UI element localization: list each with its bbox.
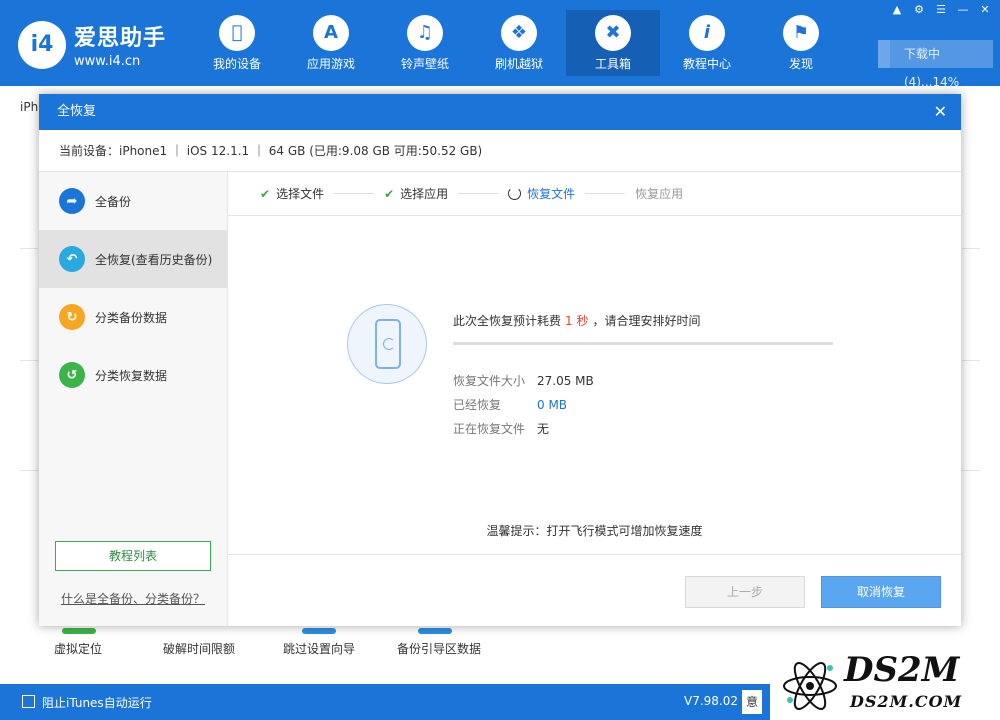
tool-skip-setup[interactable]: 跳过设置向导 (283, 640, 355, 657)
nav-label: 发现 (788, 56, 813, 71)
step-select-apps: ✔ 选择应用 (384, 186, 449, 202)
dialog-main: ✔ 选择文件 ✔ 选择应用 恢复文件 恢复应用 此次全恢复预计耗费 1 秒 ，请… (228, 172, 961, 626)
apple-icon:  (219, 14, 255, 51)
top-bar: i4 爱思助手 www.i4.cn  我的设备 A 应用游戏 ♫ 铃声壁纸 ❖… (0, 0, 1000, 89)
nav-label: 铃声壁纸 (400, 56, 449, 71)
tutorial-list-button[interactable]: 教程列表 (55, 541, 211, 571)
divider (962, 470, 980, 471)
window-controls: ▲ ⚙ ☰ — ✕ (888, 2, 994, 18)
device-info: 当前设备：iPhone1 ｜ iOS 12.1.1 ｜ 64 GB (已用:9.… (39, 130, 961, 172)
tool-backup-boot[interactable]: 备份引导区数据 (397, 640, 481, 657)
atom-logo-icon (783, 662, 837, 710)
divider (20, 248, 38, 249)
music-icon: ♫ (407, 14, 443, 51)
restore-tip: 温馨提示：打开飞行模式可增加恢复速度 (486, 524, 703, 538)
main-nav:  我的设备 A 应用游戏 ♫ 铃声壁纸 ❖ 刷机越狱 ✖ 工具箱 i 教程中心… (190, 10, 848, 76)
skin-icon[interactable]: ▲ (888, 2, 906, 18)
loading-spinner-icon (508, 187, 522, 200)
step-restore-files: 恢复文件 (508, 185, 575, 202)
step-connector (585, 193, 626, 194)
sidebar-item-category-backup[interactable]: ↻ 分类备份数据 (39, 288, 227, 346)
dialog-title-bar: 全恢复 ✕ (39, 94, 961, 130)
dialog-title: 全恢复 (57, 104, 97, 119)
nav-label: 应用游戏 (306, 56, 355, 71)
step-connector (458, 193, 499, 194)
tool-virtual-location[interactable]: 虚拟定位 (54, 640, 102, 657)
version-label: V7.98.02 (684, 694, 739, 708)
estimate-text: 此次全恢复预计耗费 1 秒，请合理安排好时间 (453, 314, 701, 328)
step-connector (334, 193, 375, 194)
category-restore-icon: ↺ (59, 362, 85, 388)
sidebar-item-label: 全备份 (95, 194, 132, 209)
watermark-url: DS2M.COM (850, 692, 963, 711)
info-row-size: 恢复文件大小 27.05 MB (453, 374, 594, 388)
sidebar-item-full-backup[interactable]: ➦ 全备份 (39, 172, 227, 230)
divider (20, 470, 38, 471)
menu-icon[interactable]: ☰ (932, 2, 950, 18)
cancel-restore-button[interactable]: 取消恢复 (821, 576, 941, 608)
nav-tutorials[interactable]: i 教程中心 (660, 10, 754, 76)
nav-label: 我的设备 (212, 56, 261, 71)
app-store-icon: A (313, 14, 349, 51)
sidebar-item-label: 分类恢复数据 (95, 368, 168, 383)
divider (20, 360, 38, 361)
step-indicator: ✔ 选择文件 ✔ 选择应用 恢复文件 恢复应用 (228, 172, 961, 216)
itunes-checkbox[interactable] (22, 695, 35, 708)
background-device-tab[interactable]: iPh (20, 100, 38, 114)
tools-icon: ✖ (595, 14, 631, 51)
nav-ringtones-wallpapers[interactable]: ♫ 铃声壁纸 (378, 10, 472, 76)
logo-url: www.i4.cn (74, 54, 141, 69)
nav-my-device[interactable]:  我的设备 (190, 10, 284, 76)
restore-progress-bar (453, 342, 833, 345)
backup-icon: ➦ (59, 188, 85, 214)
sidebar-item-label: 全恢复(查看历史备份) (95, 252, 213, 267)
settings-icon[interactable]: ⚙ (910, 2, 928, 18)
sidebar-item-label: 分类备份数据 (95, 310, 168, 325)
tool-icon-bootloader (418, 628, 452, 634)
dialog-sidebar: ➦ 全备份 ↶ 全恢复(查看历史备份) ↻ 分类备份数据 ↺ 分类恢复数据 教程… (39, 172, 228, 626)
nav-apps-games[interactable]: A 应用游戏 (284, 10, 378, 76)
tool-break-time-limit[interactable]: 破解时间限额 (163, 640, 235, 657)
watermark-title: DS2M (844, 650, 960, 690)
itunes-label: 阻止iTunes自动运行 (42, 696, 152, 710)
download-status[interactable]: 下载中(4)...14% (878, 40, 993, 89)
minimize-icon[interactable]: — (954, 2, 972, 18)
nav-label: 工具箱 (594, 56, 631, 71)
nav-flash-jailbreak[interactable]: ❖ 刷机越狱 (472, 10, 566, 76)
step-restore-apps: 恢复应用 (635, 187, 684, 201)
watermark: DS2M DS2M.COM (770, 650, 1000, 720)
info-row-current-file: 正在恢复文件无 (453, 422, 550, 436)
nav-discover[interactable]: ⚑ 发现 (754, 10, 848, 76)
check-icon: ✔ (260, 186, 271, 201)
app-logo: i4 爱思助手 www.i4.cn (18, 20, 166, 69)
dialog-footer: 上一步 取消恢复 (228, 554, 961, 626)
tool-icon-location (62, 628, 96, 634)
previous-button[interactable]: 上一步 (685, 576, 805, 608)
nav-label: 刷机越狱 (494, 56, 543, 71)
dialog-close-icon[interactable]: ✕ (934, 94, 947, 130)
step-select-files: ✔ 选择文件 (260, 186, 325, 202)
sidebar-item-full-restore[interactable]: ↶ 全恢复(查看历史备份) (39, 230, 227, 288)
feedback-button[interactable]: 意 (742, 690, 762, 714)
info-row-restored: 已经恢复 0 MB (453, 398, 568, 412)
backup-faq-link[interactable]: 什么是全备份、分类备份？ (61, 590, 205, 607)
divider (962, 248, 980, 249)
category-backup-icon: ↻ (59, 304, 85, 330)
nav-toolbox[interactable]: ✖ 工具箱 (566, 10, 660, 76)
estimate-seconds: 1 秒 (565, 314, 589, 328)
restore-icon: ↶ (59, 246, 85, 272)
nav-label: 教程中心 (682, 56, 731, 71)
dropbox-icon: ❖ (501, 14, 537, 51)
flag-icon: ⚑ (783, 14, 819, 51)
phone-restore-icon (347, 304, 427, 384)
logo-title: 爱思助手 (74, 26, 167, 51)
restore-dialog: 全恢复 ✕ 当前设备：iPhone1 ｜ iOS 12.1.1 ｜ 64 GB … (39, 94, 961, 626)
tool-icon-setup (302, 628, 336, 634)
sidebar-item-category-restore[interactable]: ↺ 分类恢复数据 (39, 346, 227, 404)
check-icon: ✔ (384, 186, 395, 201)
close-icon[interactable]: ✕ (976, 2, 994, 18)
logo-mark: i4 (18, 20, 66, 69)
info-icon: i (689, 14, 725, 51)
divider (962, 360, 980, 361)
